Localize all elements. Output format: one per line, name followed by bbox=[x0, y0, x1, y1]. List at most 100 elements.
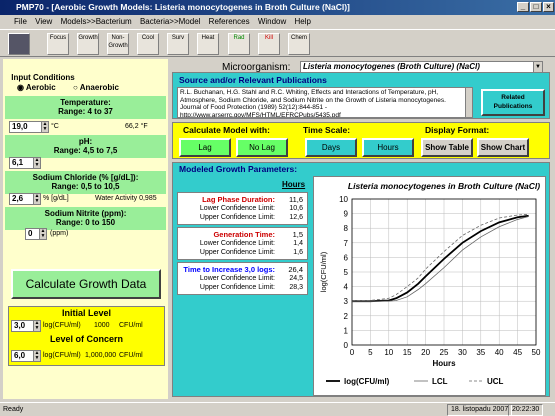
menu-models-bacterium[interactable]: Models>>Bacterium bbox=[61, 17, 132, 26]
calculator-icon[interactable] bbox=[8, 33, 30, 55]
y-tick-label: 8 bbox=[344, 224, 349, 233]
series-line-log-cfu-ml- bbox=[352, 214, 529, 303]
source-scrollbar[interactable] bbox=[465, 88, 472, 117]
level-of-concern-label: Level of Concern bbox=[49, 334, 123, 344]
aerobic-radio[interactable]: ◉ Aerobic bbox=[17, 83, 56, 92]
chemical-button[interactable]: Chem bbox=[288, 33, 310, 55]
spinner-arrows-icon[interactable]: ▲ ▼ bbox=[33, 321, 40, 331]
growth-button[interactable]: Growth bbox=[77, 33, 99, 55]
legend-label: LCL bbox=[432, 377, 448, 386]
y-tick-label: 9 bbox=[344, 210, 349, 219]
source-label: Source and/or Relevant Publications bbox=[179, 75, 327, 85]
spinner-arrows-icon[interactable]: ▲ ▼ bbox=[33, 194, 40, 204]
x-tick-label: 40 bbox=[495, 348, 504, 357]
x-tick-label: 0 bbox=[350, 348, 355, 357]
lag-phase-label: Lag Phase Duration: bbox=[202, 195, 275, 204]
menu-window[interactable]: Window bbox=[258, 17, 286, 26]
x-tick-label: 15 bbox=[403, 348, 412, 357]
inc-upper-label: Upper Confidence Limit: bbox=[199, 284, 275, 291]
x-tick-label: 25 bbox=[440, 348, 449, 357]
y-tick-label: 7 bbox=[344, 239, 349, 248]
dropdown-arrow-icon[interactable]: ▼ bbox=[533, 62, 542, 72]
non-growth-button[interactable]: Non-Growth bbox=[107, 33, 129, 55]
cool-label: Cool bbox=[141, 35, 155, 41]
menu-view[interactable]: View bbox=[35, 17, 52, 26]
menu-bacteria-model[interactable]: Bacteria>>Model bbox=[140, 17, 200, 26]
menu-references[interactable]: References bbox=[209, 17, 250, 26]
focus-label: Focus bbox=[49, 35, 67, 41]
nacl-range: Range: 0,5 to 10,5 bbox=[51, 182, 120, 191]
temperature-spinner[interactable]: 19,0 ▲ ▼ bbox=[9, 121, 49, 133]
results-panel: Microorganism: Listeria monocytogenes (B… bbox=[170, 59, 552, 399]
spinner-arrows-icon[interactable]: ▲ ▼ bbox=[33, 158, 40, 168]
hours-button[interactable]: Hours bbox=[362, 138, 414, 157]
lag-phase-box: Lag Phase Duration: 11,6 Lower Confidenc… bbox=[177, 192, 308, 225]
initial-cfu-unit: CFU/ml bbox=[119, 322, 143, 329]
nitrite-value: 0 bbox=[28, 229, 33, 238]
modeled-panel: Modeled Growth Parameters: Hours Lag Pha… bbox=[172, 162, 550, 397]
gen-upper-label: Upper Confidence Limit: bbox=[199, 249, 275, 256]
menu-help[interactable]: Help bbox=[295, 17, 311, 26]
initial-level-value: 3,0 bbox=[14, 321, 26, 330]
lag-button[interactable]: Lag bbox=[179, 138, 231, 157]
input-conditions-label: Input Conditions bbox=[11, 73, 75, 82]
radiation-label: Rad bbox=[233, 35, 245, 41]
anaerobic-label: Anaerobic bbox=[79, 83, 119, 92]
nacl-spinner[interactable]: 2,6 ▲ ▼ bbox=[9, 193, 41, 205]
show-table-button[interactable]: Show Table bbox=[421, 138, 473, 157]
status-date: 18. listopadu 2007 bbox=[447, 404, 513, 416]
menu-file[interactable]: File bbox=[14, 17, 27, 26]
y-axis-label: log(CFU/ml) bbox=[319, 251, 328, 292]
x-tick-label: 30 bbox=[458, 348, 467, 357]
inc-lower-label: Lower Confidence Limit: bbox=[199, 275, 275, 282]
concern-level-unit: log(CFU/ml) bbox=[43, 352, 81, 359]
survival-button[interactable]: Surv bbox=[167, 33, 189, 55]
focus-button[interactable]: Focus bbox=[47, 33, 69, 55]
series-line-ucl bbox=[351, 213, 529, 302]
menu-bar: File View Models>>Bacterium Bacteria>>Mo… bbox=[0, 15, 555, 29]
close-button[interactable]: × bbox=[543, 2, 554, 12]
growth-chart: Listeria monocytogenes in Broth Culture … bbox=[313, 176, 546, 396]
spinner-arrows-icon[interactable]: ▲ ▼ bbox=[41, 122, 48, 132]
spinner-arrows-icon[interactable]: ▲ ▼ bbox=[39, 229, 46, 239]
radiation-button[interactable]: Rad bbox=[228, 33, 250, 55]
time-to-increase-label: Time to Increase 3,0 logs: bbox=[183, 265, 275, 274]
no-lag-button[interactable]: No Lag bbox=[236, 138, 288, 157]
temperature-value: 19,0 bbox=[12, 122, 28, 131]
spinner-arrows-icon[interactable]: ▲ ▼ bbox=[33, 351, 40, 361]
anaerobic-radio[interactable]: ○ Anaerobic bbox=[73, 83, 119, 92]
days-button[interactable]: Days bbox=[305, 138, 357, 157]
concern-cfu: 1,000,000 bbox=[85, 352, 117, 359]
temperature-header: Temperature: Range: 4 to 37 bbox=[5, 96, 166, 119]
temperature-label: Temperature: bbox=[60, 98, 111, 107]
ph-label: pH: bbox=[78, 137, 93, 146]
inc-upper-value: 28,3 bbox=[289, 284, 303, 291]
source-textbox[interactable]: R.L. Buchanan, H.G. Stahl and R.C. Whiti… bbox=[177, 87, 473, 118]
non-growth-label: Non-Growth bbox=[108, 35, 128, 49]
legend-label: log(CFU/ml) bbox=[344, 377, 390, 386]
temperature-range: Range: 4 to 37 bbox=[58, 107, 113, 116]
initial-level-spinner[interactable]: 3,0 ▲ ▼ bbox=[11, 320, 41, 332]
generation-time-label: Generation Time: bbox=[213, 230, 275, 239]
x-tick-label: 45 bbox=[513, 348, 522, 357]
maximize-button[interactable]: □ bbox=[530, 2, 542, 12]
ph-spinner[interactable]: 6,1 ▲ ▼ bbox=[9, 157, 41, 169]
heat-button[interactable]: Heat bbox=[197, 33, 219, 55]
inc-lower-value: 24,5 bbox=[289, 275, 303, 282]
y-tick-label: 10 bbox=[339, 195, 348, 204]
x-axis-label: Hours bbox=[432, 359, 456, 368]
temperature-fahrenheit: 66,2 °F bbox=[125, 123, 148, 130]
show-chart-button[interactable]: Show Chart bbox=[477, 138, 529, 157]
time-scale-label: Time Scale: bbox=[303, 125, 351, 135]
legend-label: UCL bbox=[487, 377, 504, 386]
cool-button[interactable]: Cool bbox=[137, 33, 159, 55]
calculate-growth-button[interactable]: Calculate Growth Data bbox=[11, 269, 161, 299]
lag-upper-value: 12,6 bbox=[289, 214, 303, 221]
concern-level-spinner[interactable]: 6,0 ▲ ▼ bbox=[11, 350, 41, 362]
input-panel: Input Conditions ◉ Aerobic ○ Anaerobic T… bbox=[3, 59, 168, 399]
related-publications-button[interactable]: Related Publications bbox=[481, 89, 545, 116]
minimize-button[interactable]: _ bbox=[517, 2, 529, 12]
kill-button[interactable]: Kill bbox=[258, 33, 280, 55]
series-line-lcl bbox=[352, 216, 529, 302]
nitrite-spinner[interactable]: 0 ▲ ▼ bbox=[25, 228, 47, 240]
